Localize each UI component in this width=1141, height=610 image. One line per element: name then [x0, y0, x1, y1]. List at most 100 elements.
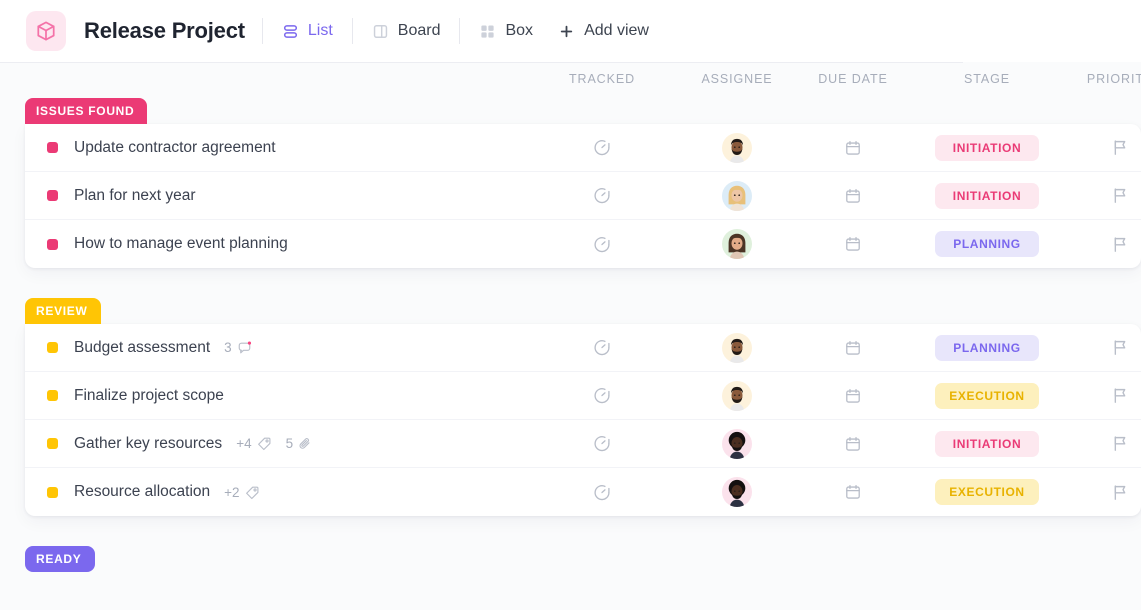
- cell-stage[interactable]: INITIATION: [935, 420, 1039, 467]
- task-meta[interactable]: +2: [224, 485, 259, 500]
- tab-box[interactable]: Box: [477, 20, 535, 43]
- task-title[interactable]: Finalize project scope: [74, 387, 224, 405]
- avatar[interactable]: [722, 132, 752, 163]
- table-row[interactable]: Finalize project scope EXECUTION: [25, 372, 1141, 420]
- table-row[interactable]: Budget assessment 3 PLANNING: [25, 324, 1141, 372]
- cell-due-date[interactable]: [844, 420, 862, 467]
- calendar-icon[interactable]: [844, 339, 862, 357]
- group-tag-issues-found[interactable]: ISSUES FOUND: [25, 98, 148, 124]
- cell-tracked[interactable]: [593, 372, 612, 419]
- flag-icon[interactable]: [1111, 434, 1130, 453]
- status-dot[interactable]: [47, 438, 58, 449]
- status-dot[interactable]: [47, 142, 58, 153]
- task-title[interactable]: Gather key resources: [74, 435, 222, 453]
- task-title[interactable]: Update contractor agreement: [74, 139, 276, 157]
- cell-priority[interactable]: [1111, 324, 1130, 371]
- cell-assignee[interactable]: [722, 468, 752, 516]
- cell-priority[interactable]: [1111, 124, 1130, 171]
- tab-board[interactable]: Board: [370, 20, 443, 43]
- status-badge[interactable]: INITIATION: [935, 134, 1039, 161]
- cell-tracked[interactable]: [593, 124, 612, 171]
- timer-icon[interactable]: [593, 186, 612, 205]
- cell-due-date[interactable]: [844, 468, 862, 516]
- status-dot[interactable]: [47, 486, 58, 498]
- comment-unread-icon[interactable]: [237, 340, 252, 355]
- calendar-icon[interactable]: [844, 483, 862, 501]
- avatar[interactable]: [722, 477, 752, 507]
- status-badge[interactable]: INITIATION: [935, 182, 1039, 209]
- flag-icon[interactable]: [1111, 386, 1130, 405]
- task-title[interactable]: Resource allocation: [74, 483, 210, 501]
- cell-tracked[interactable]: [593, 420, 612, 467]
- status-dot[interactable]: [47, 390, 58, 401]
- task-title[interactable]: Budget assessment: [74, 339, 210, 357]
- table-row[interactable]: Gather key resources +4 5 INITIATION: [25, 420, 1141, 468]
- status-badge[interactable]: PLANNING: [935, 231, 1039, 257]
- cell-stage[interactable]: EXECUTION: [935, 468, 1039, 516]
- tag-icon[interactable]: [257, 436, 272, 451]
- cell-priority[interactable]: [1111, 420, 1130, 467]
- timer-icon[interactable]: [593, 338, 612, 357]
- task-meta[interactable]: +4: [236, 436, 271, 451]
- flag-icon[interactable]: [1111, 186, 1130, 205]
- cell-priority[interactable]: [1111, 372, 1130, 419]
- status-dot[interactable]: [47, 190, 58, 201]
- cell-due-date[interactable]: [844, 220, 862, 268]
- table-row[interactable]: Plan for next year INITIATION: [25, 172, 1141, 220]
- cell-assignee[interactable]: [722, 324, 752, 371]
- cell-tracked[interactable]: [593, 324, 612, 371]
- table-row[interactable]: Resource allocation +2 EXECUTION: [25, 468, 1141, 516]
- avatar[interactable]: [722, 380, 752, 411]
- cell-due-date[interactable]: [844, 172, 862, 219]
- cell-due-date[interactable]: [844, 372, 862, 419]
- cell-stage[interactable]: PLANNING: [935, 324, 1039, 371]
- cell-tracked[interactable]: [593, 172, 612, 219]
- cell-assignee[interactable]: [722, 420, 752, 467]
- calendar-icon[interactable]: [844, 235, 862, 253]
- cell-stage[interactable]: INITIATION: [935, 172, 1039, 219]
- status-dot[interactable]: [47, 342, 58, 353]
- status-badge[interactable]: INITIATION: [935, 430, 1039, 457]
- timer-icon[interactable]: [593, 138, 612, 157]
- task-meta[interactable]: 3: [224, 340, 252, 355]
- avatar[interactable]: [722, 229, 752, 259]
- status-badge[interactable]: PLANNING: [935, 334, 1039, 361]
- task-meta[interactable]: 5: [286, 436, 314, 451]
- cell-assignee[interactable]: [722, 220, 752, 268]
- task-title[interactable]: Plan for next year: [74, 187, 195, 205]
- tag-icon[interactable]: [245, 485, 260, 500]
- cell-due-date[interactable]: [844, 124, 862, 171]
- calendar-icon[interactable]: [844, 435, 862, 453]
- timer-icon[interactable]: [593, 386, 612, 405]
- task-title[interactable]: How to manage event planning: [74, 235, 288, 253]
- group-tag-ready[interactable]: READY: [25, 546, 95, 572]
- calendar-icon[interactable]: [844, 387, 862, 405]
- cell-assignee[interactable]: [722, 172, 752, 219]
- avatar[interactable]: [722, 428, 752, 459]
- status-dot[interactable]: [47, 238, 58, 250]
- table-row[interactable]: How to manage event planning PLANNING: [25, 220, 1141, 268]
- status-badge[interactable]: EXECUTION: [935, 479, 1039, 505]
- cell-tracked[interactable]: [593, 220, 612, 268]
- flag-icon[interactable]: [1111, 483, 1130, 502]
- cell-stage[interactable]: INITIATION: [935, 124, 1039, 171]
- flag-icon[interactable]: [1111, 235, 1130, 254]
- timer-icon[interactable]: [593, 483, 612, 502]
- timer-icon[interactable]: [593, 235, 612, 254]
- flag-icon[interactable]: [1111, 138, 1130, 157]
- add-view-button[interactable]: Add view: [557, 20, 651, 42]
- tab-list[interactable]: List: [280, 20, 335, 43]
- avatar[interactable]: [722, 180, 752, 211]
- calendar-icon[interactable]: [844, 187, 862, 205]
- cell-assignee[interactable]: [722, 372, 752, 419]
- cell-stage[interactable]: PLANNING: [935, 220, 1039, 268]
- cell-priority[interactable]: [1111, 220, 1130, 268]
- flag-icon[interactable]: [1111, 338, 1130, 357]
- calendar-icon[interactable]: [844, 139, 862, 157]
- cell-due-date[interactable]: [844, 324, 862, 371]
- cell-assignee[interactable]: [722, 124, 752, 171]
- cell-priority[interactable]: [1111, 468, 1130, 516]
- cell-tracked[interactable]: [593, 468, 612, 516]
- timer-icon[interactable]: [593, 434, 612, 453]
- table-row[interactable]: Update contractor agreement INITIATION: [25, 124, 1141, 172]
